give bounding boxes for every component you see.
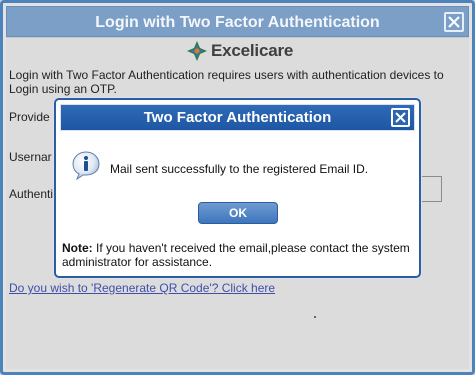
modal-message: Mail sent successfully to the registered… bbox=[110, 162, 369, 176]
intro-text: Login with Two Factor Authentication req… bbox=[9, 68, 444, 96]
note-body: If you haven't received the email,please… bbox=[62, 241, 410, 269]
authentication-label: Authenti bbox=[9, 187, 54, 201]
two-factor-modal: Two Factor Authentication Mail sent succ… bbox=[54, 98, 421, 278]
modal-title: Two Factor Authentication bbox=[143, 109, 332, 126]
excelicare-logo: Excelicare bbox=[187, 38, 293, 64]
logo-text: Excelicare bbox=[211, 41, 294, 60]
username-label: Usernar bbox=[9, 150, 52, 164]
note-text: Note: If you haven't received the email,… bbox=[62, 241, 412, 269]
close-x-icon bbox=[448, 16, 460, 28]
info-icon bbox=[72, 151, 100, 180]
modal-titlebar: Two Factor Authentication bbox=[60, 104, 415, 131]
excelicare-star-icon bbox=[187, 41, 207, 61]
ok-button[interactable]: OK bbox=[198, 202, 278, 224]
authentication-code-input[interactable] bbox=[418, 176, 442, 202]
background-dialog-title: Login with Two Factor Authentication bbox=[95, 14, 380, 31]
note-label: Note: bbox=[62, 241, 93, 255]
background-dialog-titlebar: Login with Two Factor Authentication bbox=[6, 6, 469, 37]
dot-mark bbox=[314, 316, 316, 318]
close-x-icon bbox=[395, 112, 406, 123]
provide-label: Provide bbox=[9, 110, 50, 124]
background-close-button[interactable] bbox=[444, 12, 464, 32]
modal-close-button[interactable] bbox=[391, 108, 410, 127]
regenerate-qr-code-link[interactable]: Do you wish to 'Regenerate QR Code'? Cli… bbox=[9, 281, 275, 295]
